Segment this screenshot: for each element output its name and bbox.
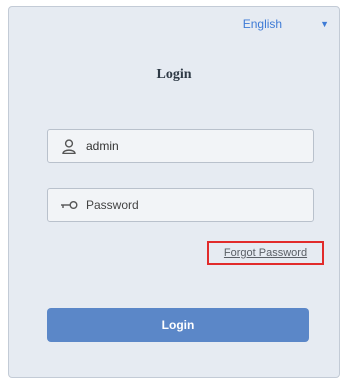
user-icon <box>56 138 82 154</box>
forgot-password-link[interactable]: Forgot Password <box>224 247 307 259</box>
page-title: Login <box>156 67 192 82</box>
password-field[interactable] <box>47 188 314 222</box>
key-icon <box>56 200 82 210</box>
login-button[interactable]: Login <box>47 308 309 342</box>
caret-down-icon: ▼ <box>320 19 329 29</box>
username-input[interactable] <box>86 139 296 153</box>
forgot-password-highlight: Forgot Password <box>207 241 324 265</box>
username-field[interactable] <box>47 129 314 163</box>
language-selector[interactable]: English ▼ <box>243 17 329 31</box>
language-label: English <box>242 17 283 31</box>
login-panel: English ▼ Login Forgot Password Login <box>8 6 340 378</box>
password-input[interactable] <box>86 198 296 212</box>
